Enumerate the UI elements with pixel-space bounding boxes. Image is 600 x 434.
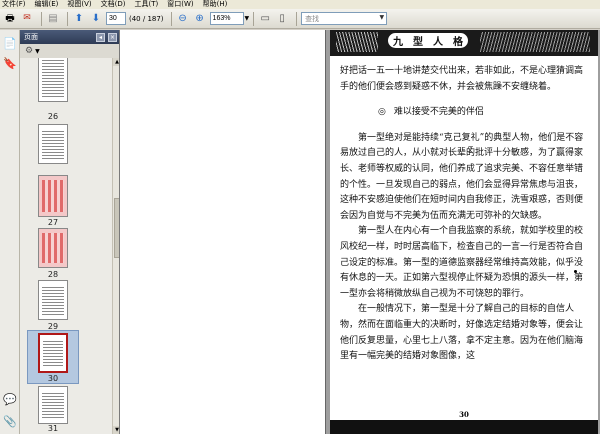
- chevron-down-icon[interactable]: ▼: [35, 48, 40, 55]
- pages-options-row: ⚙ ▼: [20, 44, 120, 58]
- arrow-up-icon: ⬆: [74, 12, 84, 24]
- page-count-label: (40 / 187): [129, 14, 164, 23]
- page-header-banner: 九 型 人 格: [330, 30, 598, 56]
- thumbnail-label: 27: [47, 218, 59, 227]
- menu-bar: 文件(F) 编辑(E) 视图(V) 文档(D) 工具(T) 窗口(W) 帮助(H…: [0, 0, 600, 9]
- panel-header-buttons: ◂ ×: [96, 32, 120, 42]
- pages-panel: 页面 ◂ × ⚙ ▼ 26 27 28 29 30 31 ▲ ▼: [20, 30, 121, 434]
- bookmarks-icon[interactable]: 🔖: [3, 56, 17, 70]
- menu-edit[interactable]: 编辑(E): [35, 0, 59, 9]
- section-title: 难以接受不完美的伴侣: [393, 107, 484, 118]
- page-thumbnail[interactable]: [38, 386, 68, 424]
- thumbnail-label: 31: [47, 424, 59, 433]
- paragraph: 第一型人在内心有一个自我监察的系统，就如学校里的校风校纪一样，时时居高临下，检查…: [340, 226, 584, 299]
- chevron-down-icon[interactable]: ▼: [245, 15, 250, 22]
- document-page: 九 型 人 格 好把话一五一十地讲楚交代出来，若非如此，不是心理猜调高手的他们便…: [330, 30, 598, 434]
- print-button[interactable]: 🖶: [3, 12, 17, 26]
- next-page-button[interactable]: ⬇: [89, 12, 103, 26]
- toolbar-separator: [41, 11, 42, 26]
- banner-decoration: [480, 32, 590, 52]
- find-placeholder: 查找: [305, 15, 320, 23]
- page-number: 30: [459, 410, 469, 419]
- pages-panel-icon[interactable]: 📄: [3, 36, 17, 50]
- options-icon[interactable]: ⚙: [25, 46, 33, 56]
- thumbnail-label: 28: [47, 270, 59, 279]
- fit-page-icon: ▭: [260, 12, 270, 24]
- zoom-in-icon: ⊕: [195, 12, 204, 24]
- thumbnail-list[interactable]: 26 27 28 29 30 31: [20, 58, 112, 434]
- pages-icon: ▤: [48, 12, 58, 24]
- thumbnail-content: [42, 129, 64, 159]
- menu-document[interactable]: 文档(D): [101, 0, 126, 9]
- banner-char: 格: [453, 37, 463, 48]
- toolbar: 🖶 ✉ ▤ ⬆ ⬇ (40 / 187) ⊖ ⊕ ▼ ▭ ▯ 查找 ▼: [0, 9, 600, 29]
- fit-width-icon: ▯: [279, 12, 285, 24]
- page-thumbnail[interactable]: [38, 228, 68, 268]
- page-thumbnail[interactable]: [38, 175, 68, 217]
- attachments-icon[interactable]: 📎: [3, 414, 17, 428]
- chevron-down-icon[interactable]: ▼: [380, 14, 385, 21]
- zoom-level-input[interactable]: [209, 12, 244, 25]
- thumbnail-content: [42, 233, 64, 263]
- thumbnail-label: 30: [47, 374, 59, 383]
- thumbnail-content: [42, 58, 64, 97]
- banner-decoration: [336, 32, 378, 52]
- menu-window[interactable]: 窗口(W): [167, 0, 193, 9]
- thumbnail-content: [42, 285, 64, 315]
- previous-page-blank: [120, 30, 326, 434]
- page-thumbnail[interactable]: [38, 124, 68, 164]
- banner-char: 九: [393, 37, 403, 48]
- page-thumbnail[interactable]: [38, 58, 68, 102]
- paragraph: 第一型绝对是能持续“克己复礼”的典型人物，他们是不容易放过自己的人，从小就对长辈…: [340, 132, 584, 221]
- menu-tools[interactable]: 工具(T): [135, 0, 159, 9]
- document-view[interactable]: 九 型 人 格 好把话一五一十地讲楚交代出来，若非如此，不是心理猜调高手的他们便…: [120, 30, 600, 434]
- thumbnail-content: [43, 339, 63, 367]
- paragraph: 在一般情况下，第一型是十分了解自己的目标的自信人物，然而在面临重大的决断时，好像…: [340, 304, 584, 362]
- menu-help[interactable]: 帮助(H): [203, 0, 228, 9]
- text-cursor-icon: ⌶: [468, 146, 474, 156]
- page-thumbnail-current[interactable]: [38, 333, 68, 373]
- menu-file[interactable]: 文件(F): [2, 0, 26, 9]
- prev-page-button[interactable]: ⬆: [72, 12, 86, 26]
- navigation-icon-strip: 📄 🔖 💬 📎: [0, 30, 20, 434]
- section-heading: ◎ 难以接受不完美的伴侣: [378, 105, 590, 121]
- page-body: 好把话一五一十地讲楚交代出来，若非如此，不是心理猜调高手的他们便会感到疑惑不休，…: [340, 64, 590, 365]
- banner-char: 人: [433, 37, 443, 48]
- toolbar-separator: [253, 11, 255, 26]
- comments-icon[interactable]: 💬: [3, 392, 17, 406]
- find-input[interactable]: 查找 ▼: [301, 12, 388, 25]
- banner-char: 型: [413, 37, 423, 48]
- scan-dot: [574, 270, 577, 273]
- organize-button[interactable]: ▤: [46, 12, 60, 26]
- paragraph: 好把话一五一十地讲楚交代出来，若非如此，不是心理猜调高手的他们便会感到疑惑不休，…: [340, 66, 584, 92]
- page-number-input[interactable]: [106, 12, 126, 25]
- page-footer-band: [330, 420, 598, 434]
- email-icon: ✉: [23, 13, 31, 23]
- thumbnail-label: 26: [47, 112, 59, 121]
- panel-close-button[interactable]: ×: [108, 32, 117, 42]
- zoom-in-button[interactable]: ⊕: [193, 12, 207, 26]
- panel-collapse-button[interactable]: ◂: [96, 32, 105, 42]
- toolbar-separator: [67, 11, 68, 26]
- arrow-down-icon: ⬇: [91, 12, 101, 24]
- pages-panel-title: 页面: [24, 33, 38, 41]
- section-mark: ◎: [378, 107, 386, 118]
- fit-width-button[interactable]: ▯: [275, 12, 289, 26]
- banner-title: 九 型 人 格: [388, 33, 468, 48]
- pdf-reader-window: 文件(F) 编辑(E) 视图(V) 文档(D) 工具(T) 窗口(W) 帮助(H…: [0, 0, 600, 434]
- zoom-out-icon: ⊖: [178, 12, 187, 24]
- thumbnail-content: [42, 180, 64, 212]
- pages-panel-header: 页面 ◂ ×: [20, 30, 120, 44]
- menu-view[interactable]: 视图(V): [67, 0, 91, 9]
- email-button[interactable]: ✉: [20, 12, 34, 26]
- printer-icon: 🖶: [5, 12, 15, 24]
- fit-page-button[interactable]: ▭: [258, 12, 272, 26]
- page-thumbnail[interactable]: [38, 280, 68, 320]
- zoom-out-button[interactable]: ⊖: [176, 12, 190, 26]
- toolbar-separator: [170, 11, 172, 26]
- thumbnail-content: [42, 391, 64, 419]
- toolbar-separator: [296, 11, 298, 26]
